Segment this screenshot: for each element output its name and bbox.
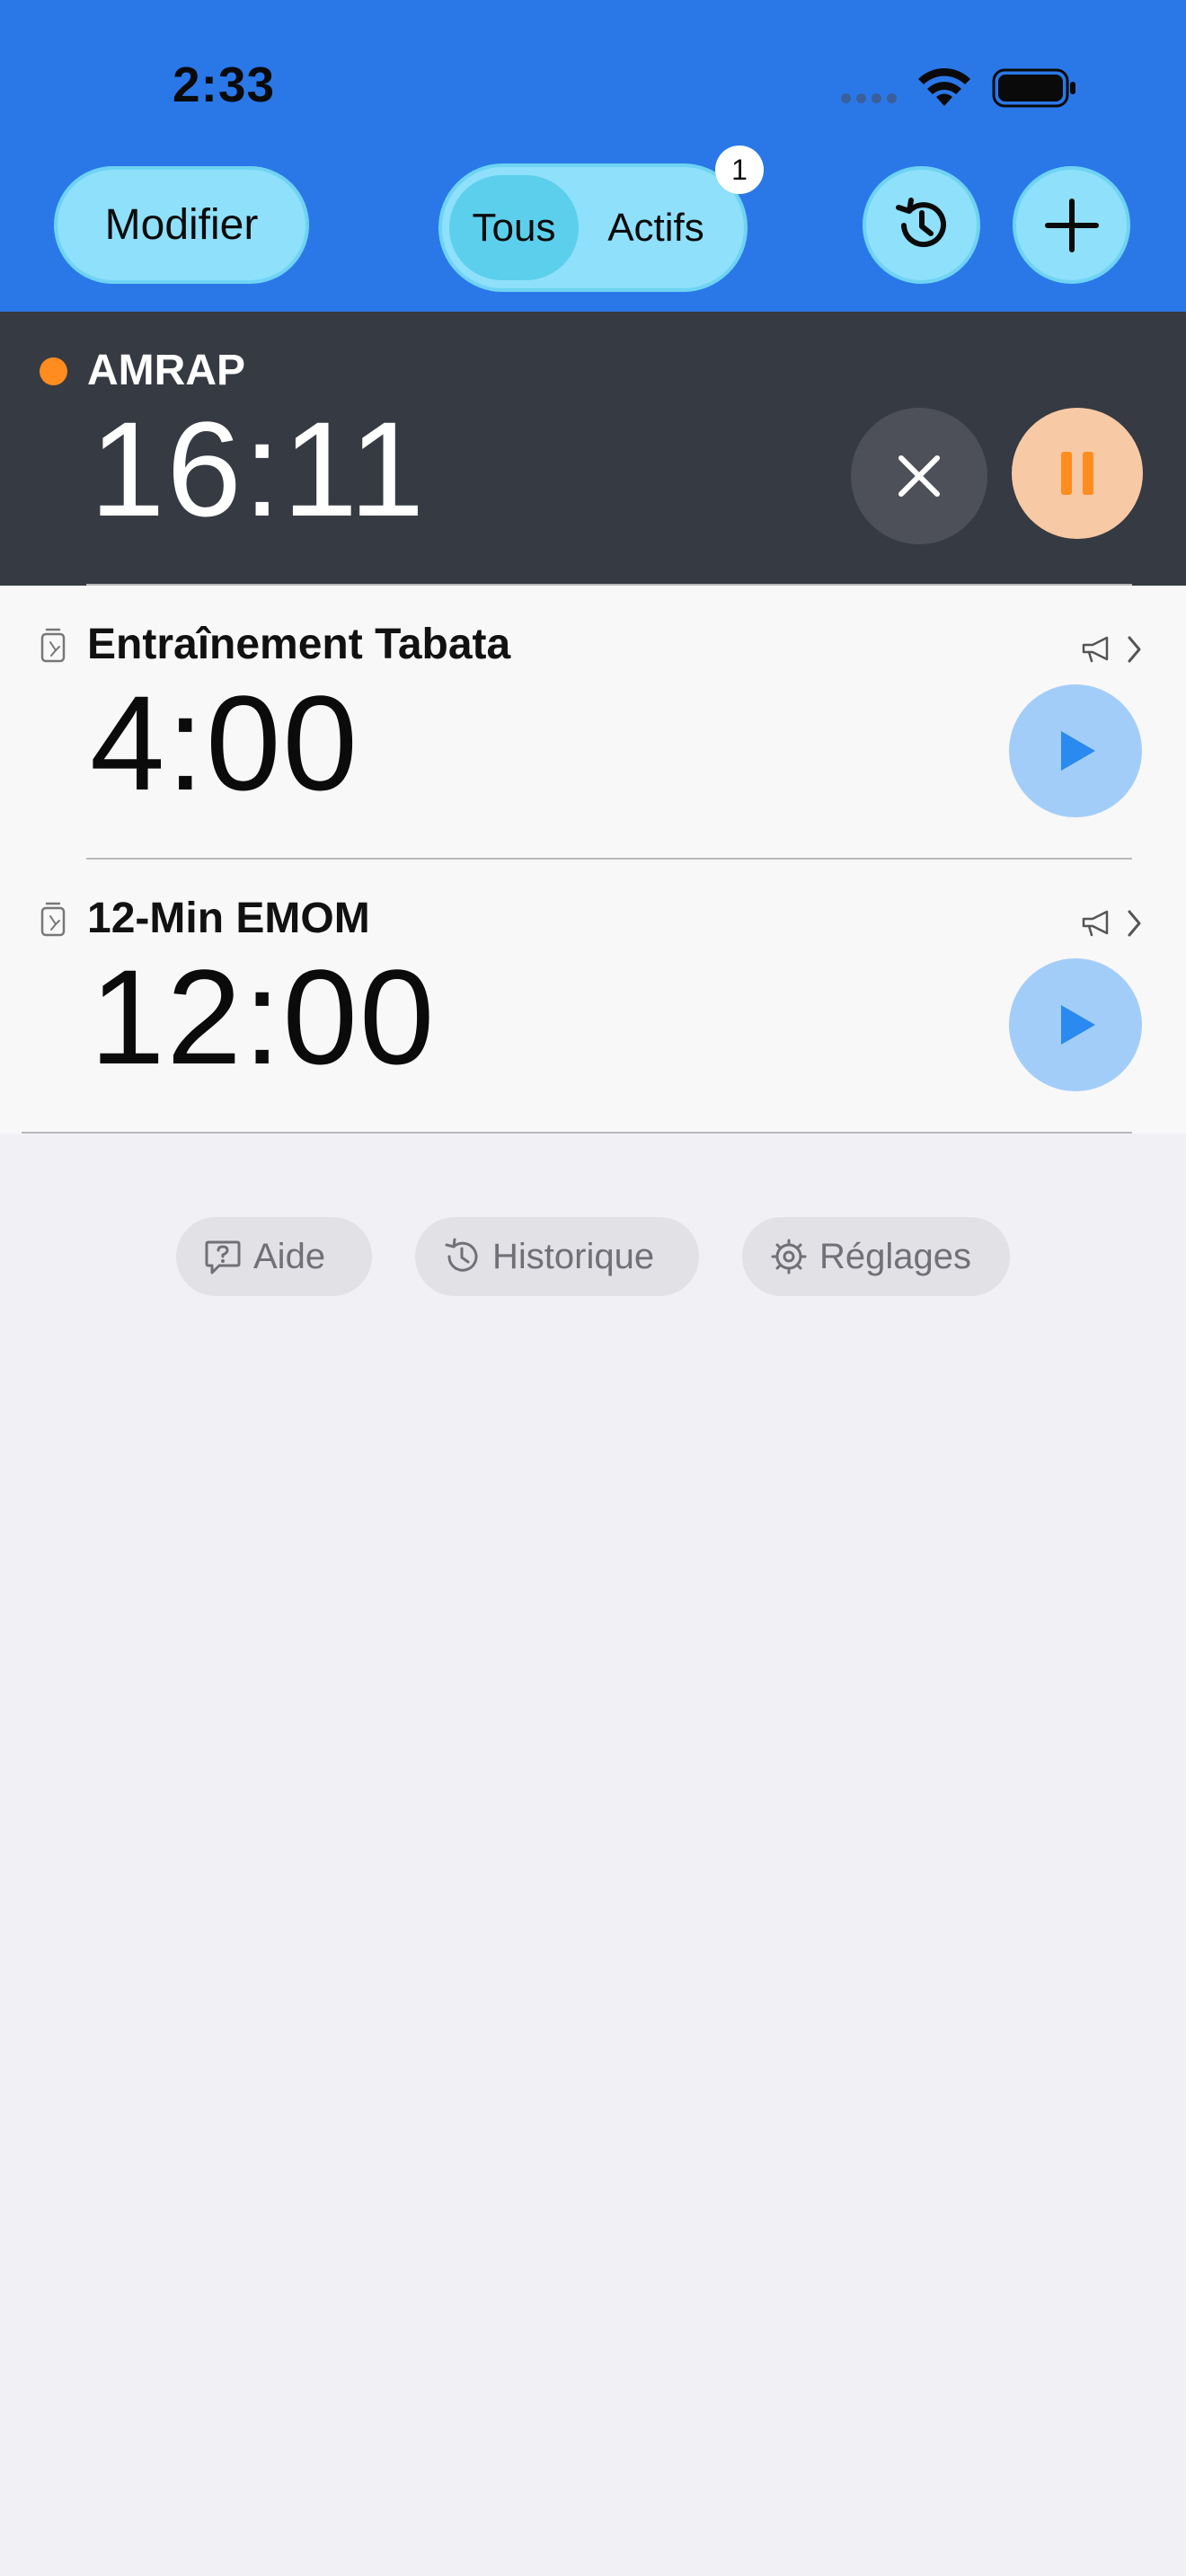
history-icon: [445, 1238, 478, 1272]
pause-timer-button[interactable]: [1012, 408, 1143, 539]
help-button[interactable]: Aide: [176, 1217, 372, 1296]
settings-label: Réglages: [819, 1236, 972, 1276]
edit-button[interactable]: Modifier: [54, 166, 309, 284]
start-timer-button[interactable]: [1009, 958, 1142, 1091]
history-icon: [895, 197, 946, 247]
history-link-button[interactable]: Historique: [415, 1217, 699, 1296]
megaphone-icon: [1082, 636, 1109, 663]
play-icon: [1061, 731, 1095, 771]
timer-time: 4:00: [90, 667, 359, 818]
plus-icon: [1044, 198, 1099, 252]
play-icon: [1061, 1005, 1095, 1045]
start-timer-button[interactable]: [1009, 684, 1142, 817]
chevron-right-icon[interactable]: [1125, 908, 1143, 939]
segment-all[interactable]: Tous: [449, 175, 579, 280]
cancel-timer-button[interactable]: [851, 408, 987, 544]
timer-time: 16:11: [90, 393, 427, 544]
help-label: Aide: [253, 1236, 326, 1276]
header-bar: 2:33 Modifier Tous Actifs 1: [0, 0, 1186, 312]
help-bubble-icon: [205, 1240, 241, 1275]
timer-title: AMRAP: [87, 347, 245, 394]
active-count-badge: 1: [715, 146, 764, 194]
timer-title: Entraînement Tabata: [87, 621, 511, 668]
row-divider: [22, 1132, 1132, 1134]
pause-icon: [1061, 452, 1093, 495]
timer-time: 12:00: [90, 941, 437, 1092]
filter-segmented-control: Tous Actifs: [438, 163, 748, 292]
wifi-icon: [918, 67, 970, 106]
gear-icon: [771, 1239, 807, 1275]
status-time: 2:33: [173, 57, 276, 112]
battery-icon: [992, 68, 1075, 108]
timer-row[interactable]: 12-Min EMOM 12:00: [0, 860, 1186, 1134]
segment-active[interactable]: Actifs: [579, 175, 733, 280]
history-label: Historique: [492, 1236, 655, 1276]
timer-row[interactable]: Entraînement Tabata 4:00: [0, 586, 1186, 860]
close-icon: [898, 455, 940, 497]
chevron-right-icon[interactable]: [1125, 634, 1143, 665]
cellular-signal-icon: [841, 93, 897, 103]
timer-preset-icon: [40, 628, 66, 663]
megaphone-icon: [1082, 910, 1109, 937]
add-timer-button[interactable]: [1013, 166, 1130, 284]
settings-button[interactable]: Réglages: [742, 1217, 1010, 1296]
timer-title: 12-Min EMOM: [87, 895, 370, 942]
history-button[interactable]: [863, 166, 980, 284]
running-indicator-dot: [40, 357, 67, 385]
timer-row-running[interactable]: AMRAP 16:11: [0, 312, 1186, 586]
timer-preset-icon: [40, 902, 66, 937]
